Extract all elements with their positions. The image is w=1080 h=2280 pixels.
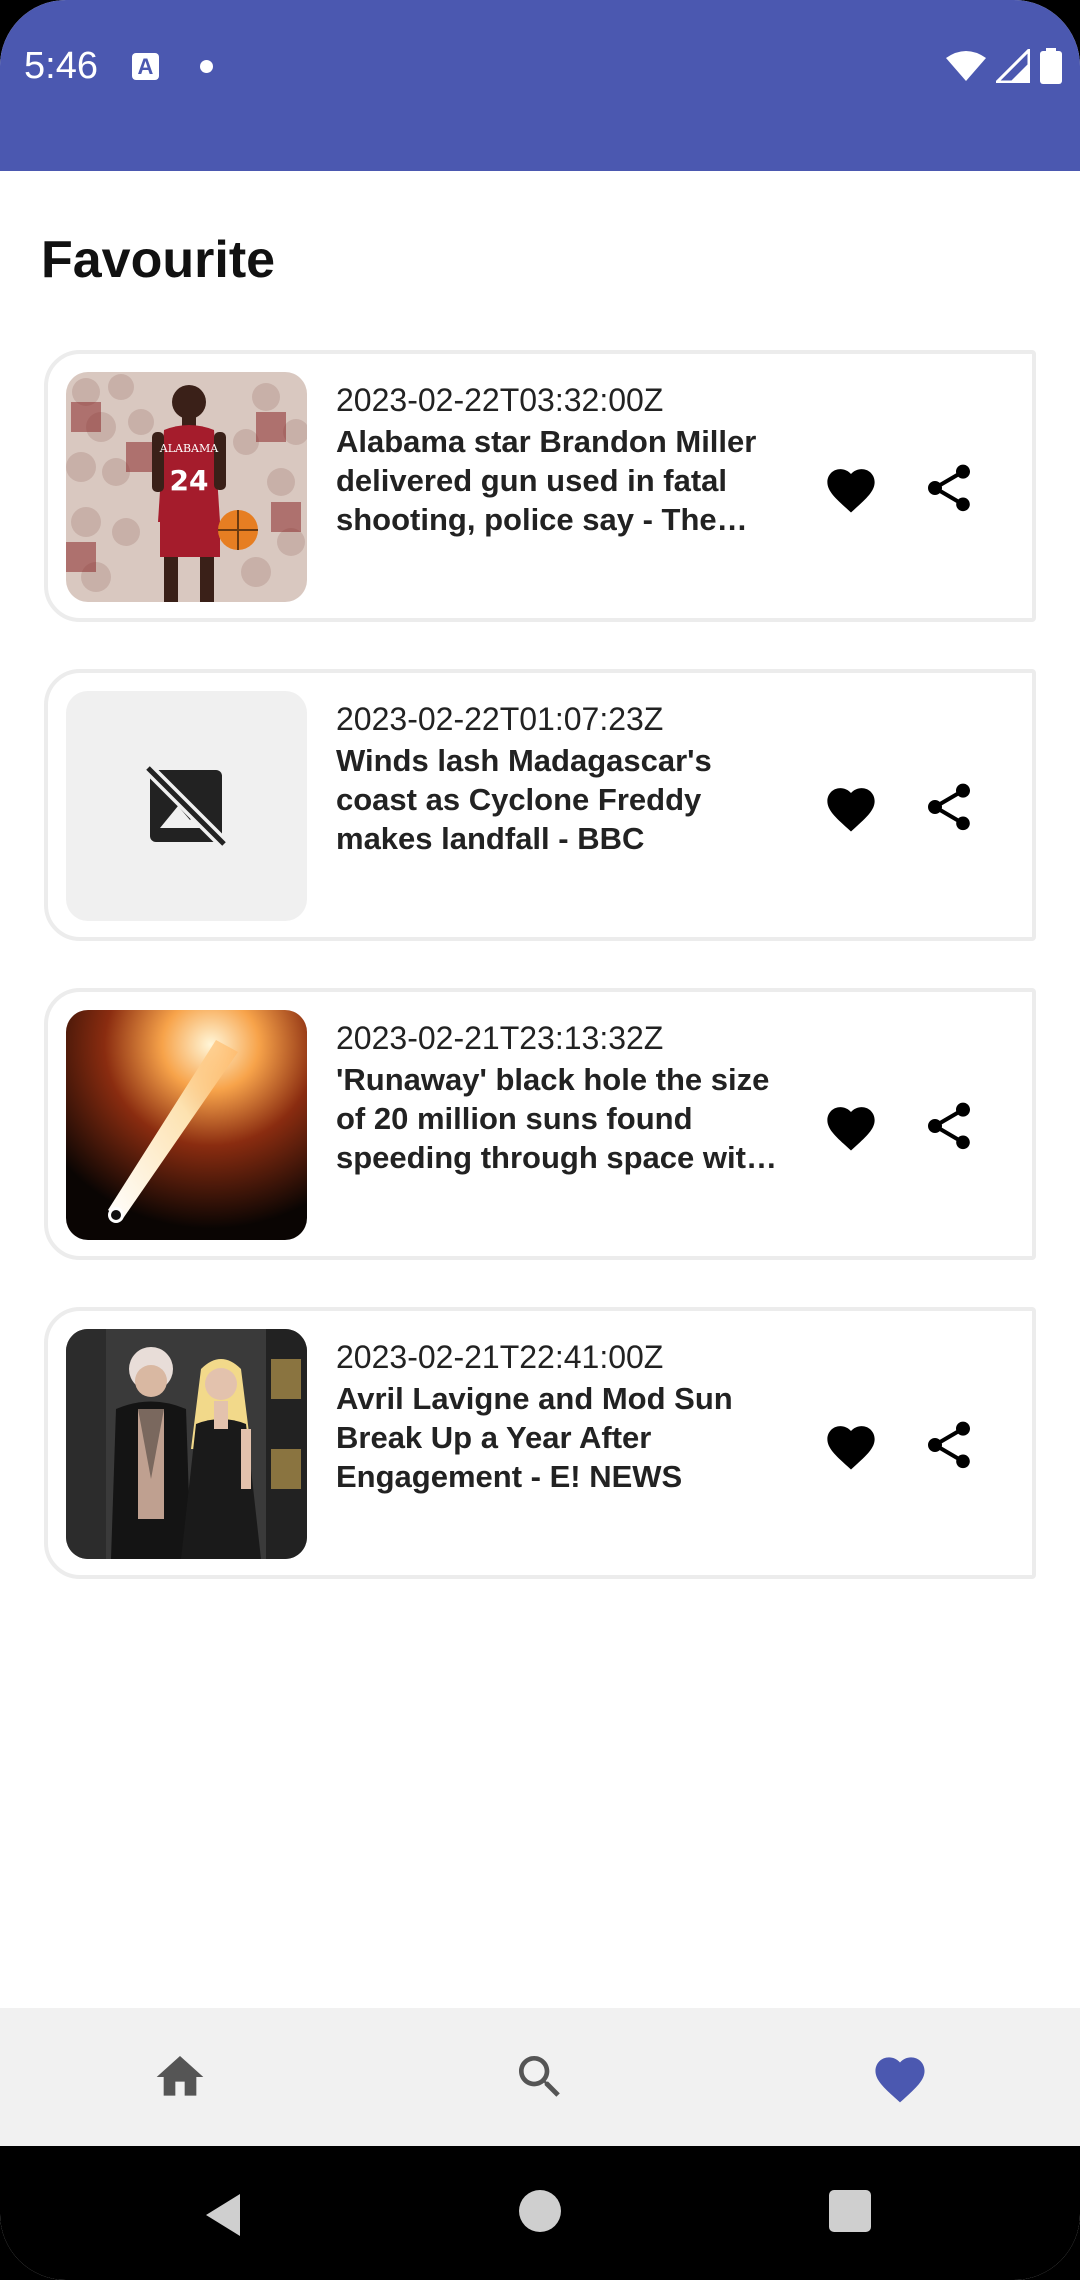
article-thumbnail: ALABAMA 24: [66, 372, 307, 602]
share-icon: [928, 1102, 970, 1150]
article-card[interactable]: ALABAMA 24 2023-02-22T03:32:00Z Alabama …: [44, 350, 1036, 622]
system-navigation-bar: [0, 2146, 1080, 2280]
favourites-list: ALABAMA 24 2023-02-22T03:32:00Z Alabama …: [44, 350, 1036, 1626]
favourite-button[interactable]: [818, 1412, 884, 1478]
page-title: Favourite: [41, 231, 276, 289]
favourite-button[interactable]: [818, 455, 884, 521]
share-button[interactable]: [916, 1412, 982, 1478]
app-bar: 5:46 A: [0, 0, 1080, 171]
heart-icon: [827, 1107, 875, 1151]
bottom-navigation: [0, 2008, 1080, 2146]
nav-home[interactable]: [120, 2008, 240, 2146]
no-image-placeholder: [66, 691, 307, 921]
home-icon: [156, 2056, 204, 2096]
article-card[interactable]: 2023-02-21T23:13:32Z 'Runaway' black hol…: [44, 988, 1036, 1260]
recent-apps-icon[interactable]: [829, 2190, 871, 2232]
svg-text:ALABAMA: ALABAMA: [159, 442, 219, 455]
nav-favourites[interactable]: [840, 2008, 960, 2146]
article-date: 2023-02-22T01:07:23Z: [336, 701, 664, 737]
search-icon: [519, 2056, 560, 2097]
signal-icon: [996, 49, 1030, 83]
article-date: 2023-02-21T22:41:00Z: [336, 1339, 664, 1375]
heart-icon: [827, 469, 875, 513]
share-button[interactable]: [916, 774, 982, 840]
favourite-button[interactable]: [818, 774, 884, 840]
article-thumbnail: [66, 691, 307, 921]
share-button[interactable]: [916, 455, 982, 521]
article-card[interactable]: 2023-02-22T01:07:23Z Winds lash Madagasc…: [44, 669, 1036, 941]
nav-search[interactable]: [480, 2008, 600, 2146]
article-title[interactable]: Alabama star Brandon Miller delivered gu…: [336, 422, 781, 539]
share-icon: [928, 1421, 970, 1469]
article-thumbnail: [66, 1010, 307, 1240]
favourite-button[interactable]: [818, 1093, 884, 1159]
article-thumbnail: [66, 1329, 307, 1559]
status-time: 5:46: [24, 45, 98, 87]
heart-icon: [827, 788, 875, 832]
a-notification-letter: A: [137, 54, 154, 79]
status-icons: [946, 48, 1062, 84]
phone-screen: 5:46 A Favourite ALABAMA 24 2023-02-22T0…: [0, 0, 1080, 2280]
article-title[interactable]: 'Runaway' black hole the size of 20 mill…: [336, 1060, 781, 1177]
svg-text:24: 24: [170, 464, 209, 497]
black-hole-illustration: [66, 1010, 307, 1240]
share-button[interactable]: [916, 1093, 982, 1159]
article-title[interactable]: Winds lash Madagascar's coast as Cyclone…: [336, 741, 781, 858]
basketball-player-photo: ALABAMA 24: [66, 372, 307, 602]
battery-icon: [1040, 48, 1062, 84]
heart-icon: [827, 1426, 875, 1470]
home-circle-icon[interactable]: [519, 2190, 561, 2232]
back-icon[interactable]: [200, 2190, 250, 2240]
share-icon: [928, 464, 970, 512]
dot-icon: [200, 60, 213, 73]
article-date: 2023-02-21T23:13:32Z: [336, 1020, 664, 1056]
heart-icon: [875, 2057, 925, 2103]
article-card[interactable]: 2023-02-21T22:41:00Z Avril Lavigne and M…: [44, 1307, 1036, 1579]
share-icon: [928, 783, 970, 831]
wifi-icon: [946, 51, 986, 81]
couple-red-carpet-photo: [66, 1329, 307, 1559]
article-title[interactable]: Avril Lavigne and Mod Sun Break Up a Yea…: [336, 1379, 781, 1496]
article-date: 2023-02-22T03:32:00Z: [336, 382, 664, 418]
a-notification-icon: A: [132, 53, 159, 80]
